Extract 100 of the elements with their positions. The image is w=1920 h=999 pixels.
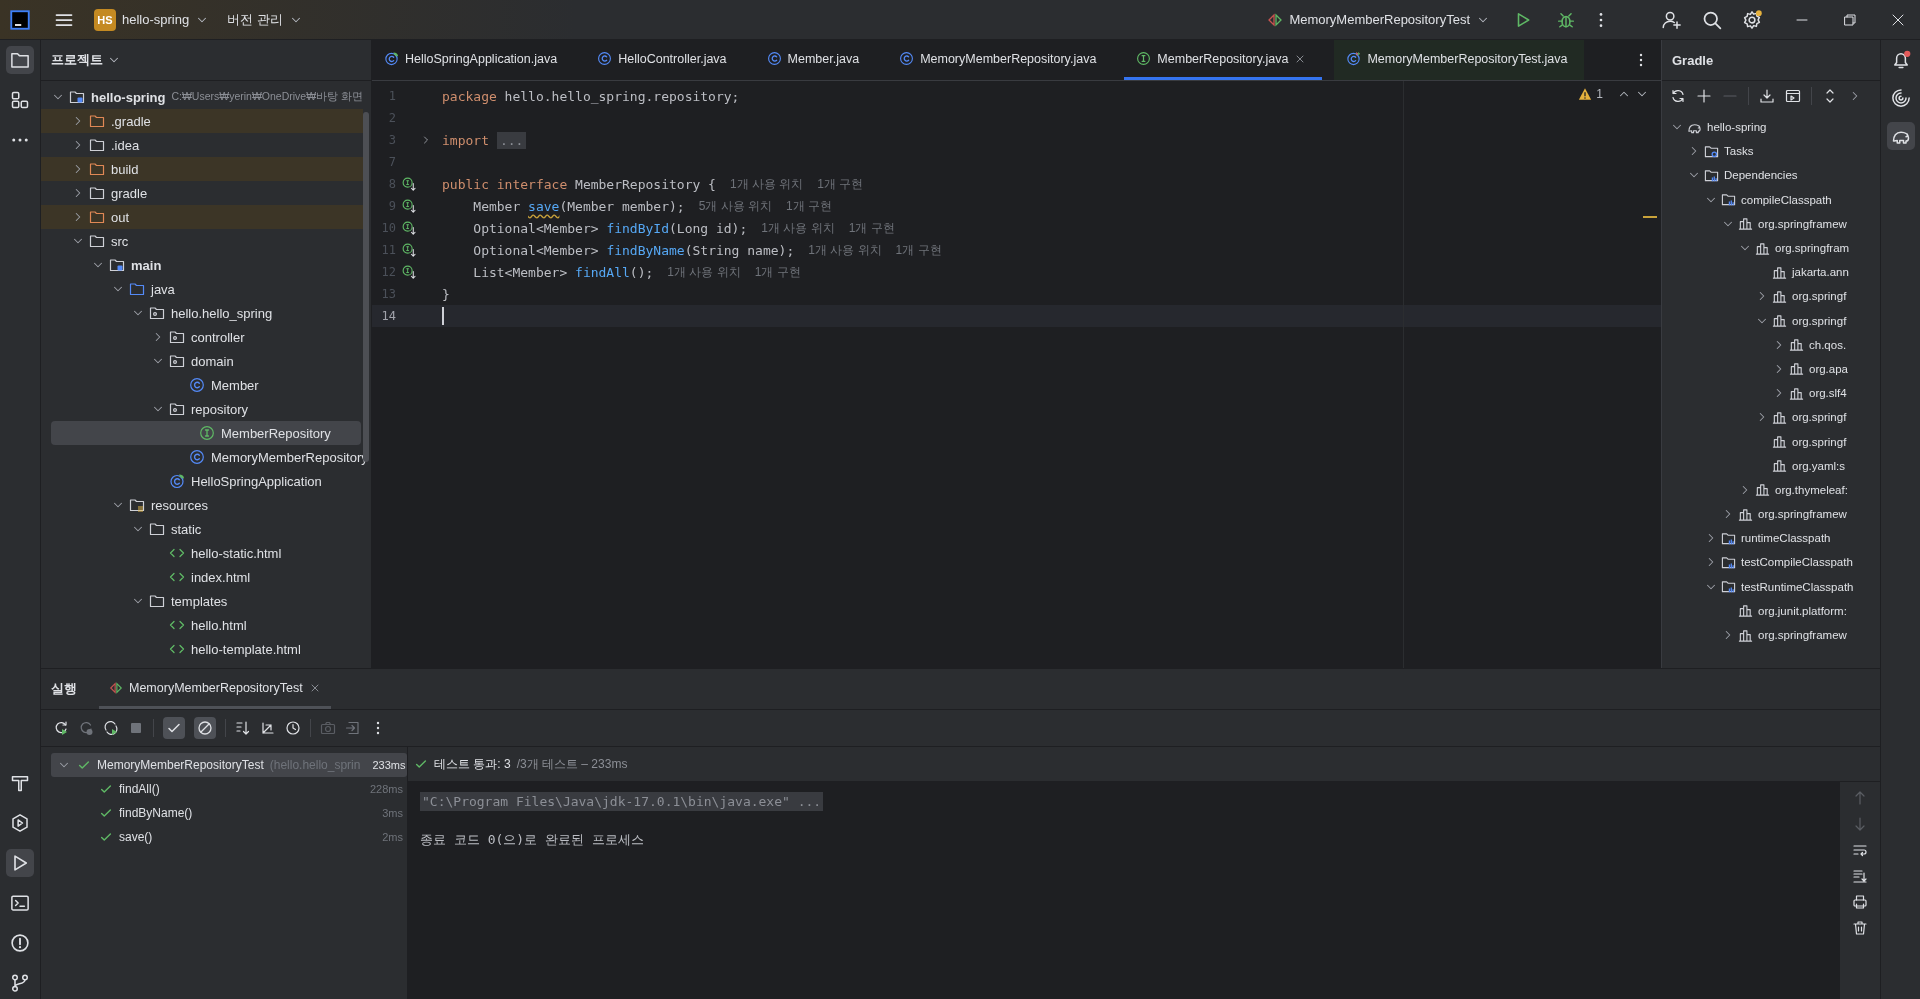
- inlay-hint[interactable]: 1개 구현: [848, 219, 895, 237]
- tree-item[interactable]: org.apa: [1662, 356, 1880, 382]
- history-icon[interactable]: [285, 720, 301, 736]
- bug-icon[interactable]: [1557, 10, 1575, 29]
- tree-item[interactable]: org.springframew: [1662, 502, 1880, 527]
- editor-tab[interactable]: HelloSpringApplication.java: [372, 40, 574, 80]
- elephant-icon[interactable]: [1886, 122, 1915, 150]
- tree-item[interactable]: org.springfram: [1662, 235, 1880, 261]
- editor-tab[interactable]: HelloController.java: [585, 40, 743, 80]
- implemented-icon[interactable]: [402, 264, 417, 280]
- settings-icon[interactable]: [1742, 9, 1762, 30]
- tree-item[interactable]: compileClasspath: [1662, 187, 1880, 212]
- print-icon[interactable]: [1852, 894, 1868, 910]
- inlay-hint[interactable]: 5개 사용 위치: [698, 197, 772, 215]
- scroll-to-end-icon[interactable]: [1852, 868, 1868, 884]
- plus-icon[interactable]: [1696, 88, 1712, 104]
- tree-item[interactable]: hello.hello_spring: [41, 301, 363, 325]
- tree-item[interactable]: org.junit.platform:: [1662, 598, 1880, 623]
- run-icon[interactable]: [6, 849, 34, 877]
- vcs-menu[interactable]: 버전 관리: [221, 4, 309, 35]
- show-ignored-toggle[interactable]: [194, 717, 216, 739]
- tree-item[interactable]: HelloSpringApplication: [41, 469, 363, 493]
- tree-item[interactable]: Member: [41, 373, 363, 397]
- inlay-hint[interactable]: 1개 사용 위치: [808, 241, 882, 259]
- test-item[interactable]: findAll() 228ms: [51, 777, 407, 801]
- inlay-hint[interactable]: 1개 사용 위치: [761, 219, 835, 237]
- tree-item[interactable]: org.slf4: [1662, 381, 1880, 406]
- editor-tab[interactable]: MemoryMemberRepositoryTest.java: [1334, 40, 1584, 80]
- tree-item[interactable]: .idea: [41, 133, 363, 157]
- tree-item[interactable]: hello-template.html: [41, 637, 363, 661]
- tree-item[interactable]: runtimeClasspath: [1662, 526, 1880, 551]
- download-icon[interactable]: [1759, 88, 1775, 104]
- project-switcher[interactable]: HS hello-spring: [88, 4, 216, 35]
- tree-item[interactable]: src: [41, 229, 363, 253]
- add-user-icon[interactable]: [1662, 9, 1682, 30]
- tree-item[interactable]: org.springf: [1662, 429, 1880, 454]
- run-config-selector[interactable]: MemoryMemberRepositoryTest: [1261, 4, 1496, 35]
- collapse-icon[interactable]: [260, 720, 276, 736]
- tree-item[interactable]: index.html: [41, 565, 363, 589]
- inlay-hint[interactable]: 1개 구현: [754, 263, 801, 281]
- tree-item[interactable]: ch.qos.: [1662, 332, 1880, 357]
- show-passed-toggle[interactable]: [163, 717, 185, 739]
- inlay-hint[interactable]: 1개 사용 위치: [729, 175, 804, 193]
- panel-title-dropdown[interactable]: 프로젝트: [51, 51, 121, 69]
- camera-icon[interactable]: [320, 720, 336, 736]
- tree-item[interactable]: static: [41, 517, 363, 541]
- tree-item[interactable]: Tasks: [1662, 139, 1880, 164]
- tree-item[interactable]: MemberRepository: [51, 421, 361, 445]
- tree-item[interactable]: org.springframew: [1662, 622, 1880, 648]
- tree-item[interactable]: build: [41, 157, 363, 181]
- implemented-icon[interactable]: [402, 242, 417, 258]
- tree-item[interactable]: templates: [41, 589, 363, 613]
- tree-item[interactable]: org.springf: [1662, 308, 1880, 333]
- implemented-icon[interactable]: [402, 198, 417, 214]
- test-item[interactable]: save() 2ms: [51, 825, 407, 849]
- editor-tab[interactable]: Member.java: [754, 40, 876, 80]
- tree-item[interactable]: hello-static.html: [41, 541, 363, 565]
- inlay-hint[interactable]: 1개 구현: [817, 175, 864, 193]
- sort-icon[interactable]: [235, 720, 251, 736]
- tree-item[interactable]: org.thymeleaf:: [1662, 477, 1880, 502]
- tree-item[interactable]: controller: [41, 325, 363, 349]
- folder-icon[interactable]: [6, 46, 34, 74]
- editor-tab[interactable]: MemberRepository.java: [1124, 40, 1323, 80]
- tree-item[interactable]: resources: [41, 493, 363, 517]
- rerun-failed-icon[interactable]: [78, 720, 94, 736]
- tree-item[interactable]: main: [41, 253, 363, 277]
- tree-item[interactable]: Dependencies: [1662, 163, 1880, 188]
- refresh-icon[interactable]: [1670, 88, 1686, 104]
- stop-icon[interactable]: [128, 720, 144, 736]
- tree-item[interactable]: org.springframew: [1662, 211, 1880, 236]
- inlay-hint[interactable]: 1개 구현: [895, 241, 942, 259]
- implemented-icon[interactable]: [402, 220, 417, 236]
- import-icon[interactable]: [345, 720, 361, 736]
- tree-item[interactable]: testRuntimeClasspath: [1662, 574, 1880, 599]
- trash-icon[interactable]: [1852, 920, 1868, 936]
- tree-item[interactable]: testCompileClasspath: [1662, 550, 1880, 575]
- tree-item[interactable]: org.springf: [1662, 284, 1880, 309]
- tree-item[interactable]: hello-spring C:₩Users₩yerin₩OneDrive₩바탕 화면: [41, 85, 363, 109]
- inlay-hint[interactable]: 1개 사용 위치: [667, 263, 741, 281]
- run-task-icon[interactable]: [1785, 88, 1801, 104]
- tree-item[interactable]: domain: [41, 349, 363, 373]
- tree-item[interactable]: org.springf: [1662, 405, 1880, 430]
- tree-item[interactable]: hello.html: [41, 613, 363, 637]
- tree-item[interactable]: java: [41, 277, 363, 301]
- soft-wrap-icon[interactable]: [1852, 842, 1868, 858]
- tree-item[interactable]: out: [41, 205, 363, 229]
- run-tab[interactable]: MemoryMemberRepositoryTest: [99, 669, 331, 709]
- rerun-icon[interactable]: [53, 720, 69, 736]
- tree-item[interactable]: .gradle: [41, 109, 363, 133]
- editor-tab[interactable]: MemoryMemberRepository.java: [887, 40, 1113, 80]
- implemented-icon[interactable]: [402, 176, 417, 192]
- tree-item[interactable]: gradle: [41, 181, 363, 205]
- toggle-auto-test-icon[interactable]: [103, 720, 119, 736]
- restore-icon[interactable]: [1842, 11, 1858, 28]
- tree-item[interactable]: jakarta.ann: [1662, 260, 1880, 285]
- tree-item[interactable]: hello-spring: [1662, 115, 1880, 140]
- tree-item[interactable]: org.yaml:s: [1662, 453, 1880, 478]
- tree-item[interactable]: repository: [41, 397, 363, 421]
- inlay-hint[interactable]: 1개 구현: [786, 197, 832, 215]
- test-item[interactable]: findByName() 3ms: [51, 801, 407, 825]
